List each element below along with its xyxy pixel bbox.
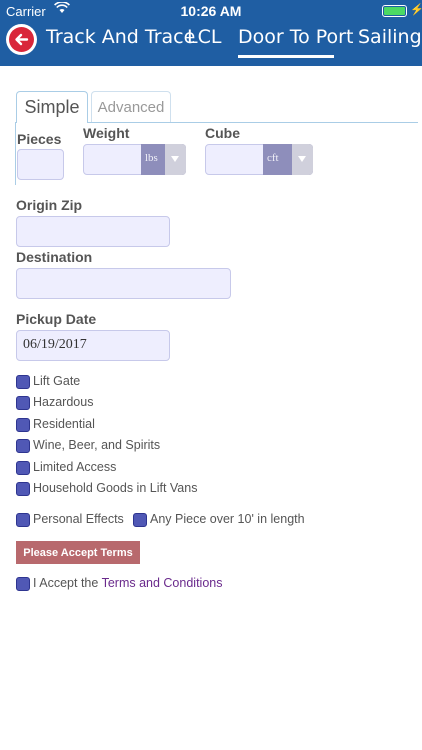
limited-access-checkbox[interactable] — [16, 461, 30, 475]
accept-terms-checkbox[interactable] — [16, 577, 30, 591]
destination-label: Destination — [16, 249, 93, 265]
pickup-date-value: 06/19/2017 — [23, 337, 87, 352]
lift-gate-label: Lift Gate — [33, 374, 81, 388]
please-accept-terms-button[interactable]: Please Accept Terms — [16, 541, 140, 564]
any-piece-over-10ft-label: Any Piece over 10' in length — [150, 512, 305, 526]
lift-gate-checkbox[interactable] — [16, 375, 30, 389]
hazardous-checkbox[interactable] — [16, 396, 30, 410]
tab-divider — [88, 122, 418, 123]
destination-input[interactable] — [16, 268, 231, 299]
tab-panel-border — [15, 122, 16, 185]
weight-input[interactable] — [83, 144, 143, 175]
active-tab-indicator — [238, 55, 334, 58]
residential-label: Residential — [33, 417, 95, 431]
origin-zip-input[interactable] — [16, 216, 170, 247]
cube-input[interactable] — [205, 144, 265, 175]
weight-label: Weight — [83, 125, 130, 141]
limited-access-label: Limited Access — [33, 460, 117, 474]
household-goods-checkbox[interactable] — [16, 482, 30, 496]
tab-advanced[interactable]: Advanced — [91, 91, 171, 122]
household-goods-label: Household Goods in Lift Vans — [33, 481, 198, 495]
tab-track-and-trace[interactable]: Track And Trace — [46, 26, 195, 48]
pickup-date-label: Pickup Date — [16, 311, 97, 327]
accept-terms-label: I Accept the Terms and Conditions — [33, 576, 222, 590]
charging-icon: ⚡ — [410, 4, 422, 16]
origin-zip-label: Origin Zip — [16, 197, 83, 213]
terms-and-conditions-link[interactable]: Terms and Conditions — [102, 576, 223, 590]
accept-terms-prefix: I Accept the — [33, 576, 102, 590]
pieces-label: Pieces — [17, 131, 62, 147]
cube-unit-select[interactable]: cft — [263, 144, 313, 175]
status-time: 10:26 AM — [180, 3, 242, 19]
pieces-input[interactable] — [17, 149, 64, 180]
chevron-down-icon — [165, 144, 186, 175]
pickup-date-input[interactable]: 06/19/2017 — [16, 330, 170, 361]
chevron-down-icon — [292, 144, 313, 175]
tab-lcl[interactable]: LCL — [187, 26, 221, 48]
back-arrow-icon — [9, 27, 34, 52]
residential-checkbox[interactable] — [16, 418, 30, 432]
weight-unit-select[interactable]: lbs — [141, 144, 186, 175]
tab-sailing-schedules[interactable]: Sailing S — [358, 26, 422, 48]
personal-effects-label: Personal Effects — [33, 512, 124, 526]
tab-simple[interactable]: Simple — [16, 91, 88, 123]
status-bar: Carrier 10:26 AM ⚡ — [0, 0, 422, 22]
wine-beer-spirits-label: Wine, Beer, and Spirits — [33, 438, 161, 452]
back-button[interactable] — [6, 24, 37, 55]
any-piece-over-10ft-checkbox[interactable] — [133, 513, 147, 527]
weight-unit-value: lbs — [145, 152, 158, 164]
wine-beer-spirits-checkbox[interactable] — [16, 439, 30, 453]
app-header: Carrier 10:26 AM ⚡ Track And Trace LCL D… — [0, 0, 422, 66]
hazardous-label: Hazardous — [33, 395, 94, 409]
tab-door-to-port[interactable]: Door To Port — [238, 26, 353, 48]
cube-label: Cube — [205, 125, 240, 141]
personal-effects-checkbox[interactable] — [16, 513, 30, 527]
cube-unit-value: cft — [267, 152, 279, 164]
battery-icon — [382, 5, 407, 17]
